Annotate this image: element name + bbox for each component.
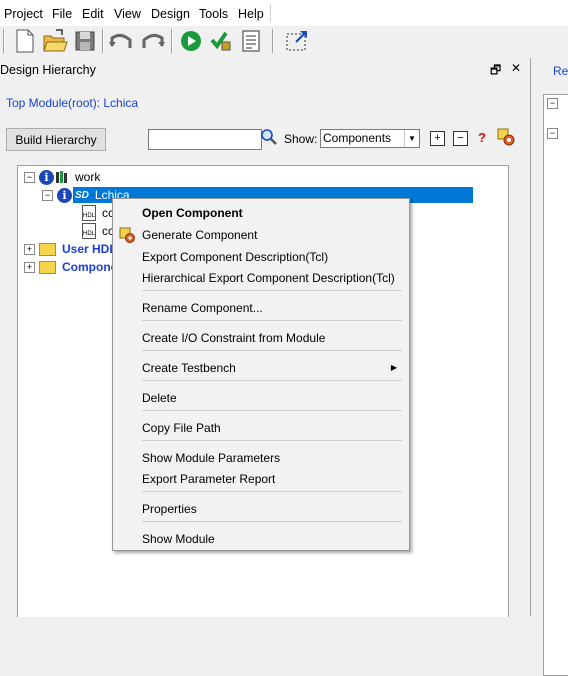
tree-row-work[interactable]: − i work: [24, 168, 100, 186]
toolbar-separator: [102, 29, 104, 53]
open-folder-icon[interactable]: [42, 28, 68, 54]
folder-icon: [39, 260, 56, 274]
toolbar: [0, 26, 568, 58]
resize-icon[interactable]: [284, 28, 310, 54]
show-label: Show:: [284, 132, 318, 146]
menu-separator: [142, 380, 402, 381]
menu-item-generate-component[interactable]: Generate Component: [142, 228, 257, 242]
expand-toggle-icon[interactable]: +: [24, 243, 35, 255]
collapse-toggle-icon[interactable]: −: [24, 171, 35, 183]
toolbar-separator: [3, 29, 5, 53]
right-panel-tree[interactable]: − −: [543, 94, 568, 676]
collapse-toggle-icon[interactable]: −: [42, 189, 53, 201]
redo-icon[interactable]: [140, 28, 166, 54]
search-input[interactable]: [148, 129, 262, 150]
tree-label-user-hdl: User HDL: [62, 242, 117, 256]
menu-item-export-description[interactable]: Export Component Description(Tcl): [142, 250, 328, 264]
menu-item-show-module-parameters[interactable]: Show Module Parameters: [142, 451, 280, 465]
collapse-all-button[interactable]: −: [453, 131, 468, 146]
collapse-toggle-icon[interactable]: −: [547, 98, 558, 109]
menu-item-rename-component[interactable]: Rename Component...: [142, 301, 263, 315]
menu-item-hierarchical-export[interactable]: Hierarchical Export Component Descriptio…: [142, 271, 395, 285]
hdl-file-icon: HDL: [82, 223, 96, 239]
show-select[interactable]: Components ▼: [320, 129, 420, 148]
search-icon[interactable]: [260, 128, 278, 146]
menu-bar: Project File Edit View Design Tools Help: [0, 0, 568, 26]
library-icon: [56, 171, 67, 183]
menu-file[interactable]: File: [52, 7, 72, 21]
menu-separator: [142, 350, 402, 351]
menu-help[interactable]: Help: [238, 7, 264, 21]
component-settings-icon[interactable]: [497, 128, 515, 146]
collapse-toggle-icon[interactable]: −: [547, 128, 558, 139]
menu-separator: [142, 491, 402, 492]
menu-item-export-parameter-report[interactable]: Export Parameter Report: [142, 472, 275, 486]
menu-item-open-component[interactable]: Open Component: [142, 206, 243, 220]
chevron-down-icon: ▼: [404, 130, 419, 147]
tree-row-user-hdl[interactable]: + User HDL: [24, 240, 117, 258]
tree-label-components: Compone: [62, 260, 118, 274]
menu-project[interactable]: Project: [4, 7, 43, 21]
tree-row-child[interactable]: HDL cc: [82, 222, 114, 240]
tree-row-components[interactable]: + Compone: [24, 258, 117, 276]
menu-separator: [142, 440, 402, 441]
menu-edit[interactable]: Edit: [82, 7, 104, 21]
save-icon[interactable]: [72, 28, 98, 54]
top-module-label: Top Module(root): Lchica: [6, 96, 139, 110]
run-icon[interactable]: [178, 28, 204, 54]
menu-item-properties[interactable]: Properties: [142, 502, 197, 516]
build-hierarchy-button[interactable]: Build Hierarchy: [6, 128, 106, 151]
toolbar-separator: [171, 29, 173, 53]
tree-label-work: work: [75, 170, 101, 184]
sd-badge: SD: [75, 189, 89, 201]
show-select-value: Components: [323, 131, 392, 145]
info-icon: i: [39, 169, 54, 185]
menu-separator: [142, 320, 402, 321]
right-panel: Re − −: [530, 58, 568, 676]
tree-row-child[interactable]: HDL cc: [82, 204, 114, 222]
help-icon[interactable]: ?: [478, 130, 486, 145]
menu-separator: [142, 410, 402, 411]
menu-item-create-io-constraint[interactable]: Create I/O Constraint from Module: [142, 331, 325, 345]
undo-icon[interactable]: [108, 28, 134, 54]
new-file-icon[interactable]: [12, 28, 38, 54]
menubar-separator: [270, 4, 271, 22]
close-icon[interactable]: ✕: [511, 61, 521, 75]
generate-component-icon: [119, 227, 135, 243]
menu-item-copy-file-path[interactable]: Copy File Path: [142, 421, 221, 435]
toolbar-separator: [272, 29, 274, 53]
menu-design[interactable]: Design: [151, 7, 190, 21]
submenu-arrow-icon: ▶: [390, 363, 397, 372]
expand-toggle-icon[interactable]: +: [24, 261, 35, 273]
expand-all-button[interactable]: +: [430, 131, 445, 146]
menu-tools[interactable]: Tools: [199, 7, 228, 21]
folder-icon: [39, 242, 56, 256]
checklist-icon[interactable]: [238, 28, 264, 54]
right-panel-tab[interactable]: Re: [553, 64, 568, 78]
menu-separator: [142, 290, 402, 291]
restore-icon[interactable]: 🗗: [490, 61, 501, 82]
menu-separator: [142, 521, 402, 522]
info-icon: i: [57, 187, 72, 203]
context-menu: Open Component Generate Component Export…: [112, 198, 410, 551]
menu-view[interactable]: View: [114, 7, 141, 21]
hdl-file-icon: HDL: [82, 205, 96, 221]
menu-item-delete[interactable]: Delete: [142, 391, 177, 405]
panel-title: Design Hierarchy: [0, 63, 96, 77]
menu-item-show-module[interactable]: Show Module: [142, 532, 215, 546]
menu-item-create-testbench[interactable]: Create Testbench: [142, 361, 236, 375]
verify-icon[interactable]: [208, 28, 234, 54]
